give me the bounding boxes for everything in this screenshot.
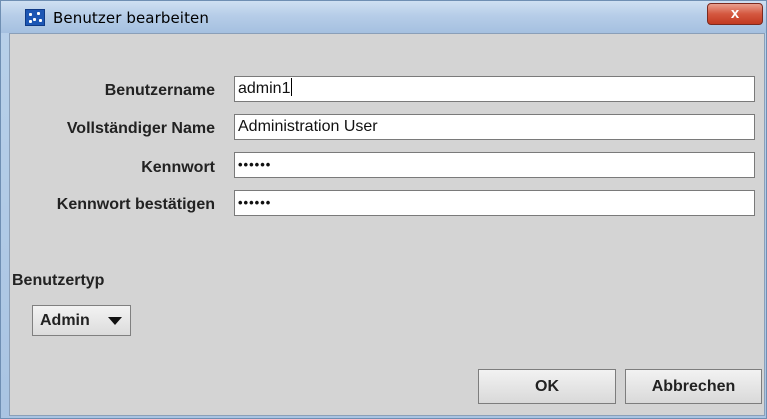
fullname-value: Administration User [238,118,378,135]
password-value: •••••• [238,157,272,172]
close-icon: x [730,5,740,22]
password-confirm-label: Kennwort bestätigen [56,196,215,213]
cancel-button[interactable]: Abbrechen [625,369,762,404]
fullname-label: Vollständiger Name [66,120,215,137]
password-confirm-value: •••••• [238,195,272,210]
password-field[interactable]: •••••• [234,152,755,178]
username-label: Benutzername [104,82,215,99]
window-title: Benutzer bearbeiten [53,9,209,27]
dialog-window: Benutzer bearbeiten x Benutzername admin… [0,0,767,419]
usertype-selected: Admin [40,312,90,329]
close-button[interactable]: x [707,3,763,25]
text-caret [291,78,293,96]
fullname-field[interactable]: Administration User [234,114,755,140]
usertype-label: Benutzertyp [12,272,105,289]
dialog-content: Benutzername admin1 Vollständiger Name A… [9,33,765,416]
ok-button[interactable]: OK [478,369,616,404]
usertype-select[interactable]: Admin [32,305,131,336]
password-label: Kennwort [141,159,215,176]
title-bar[interactable]: Benutzer bearbeiten x [1,1,766,33]
password-confirm-field[interactable]: •••••• [234,190,755,216]
chevron-down-icon [108,317,122,325]
username-value: admin1 [238,80,291,97]
app-icon [25,9,45,26]
username-field[interactable]: admin1 [234,76,755,102]
